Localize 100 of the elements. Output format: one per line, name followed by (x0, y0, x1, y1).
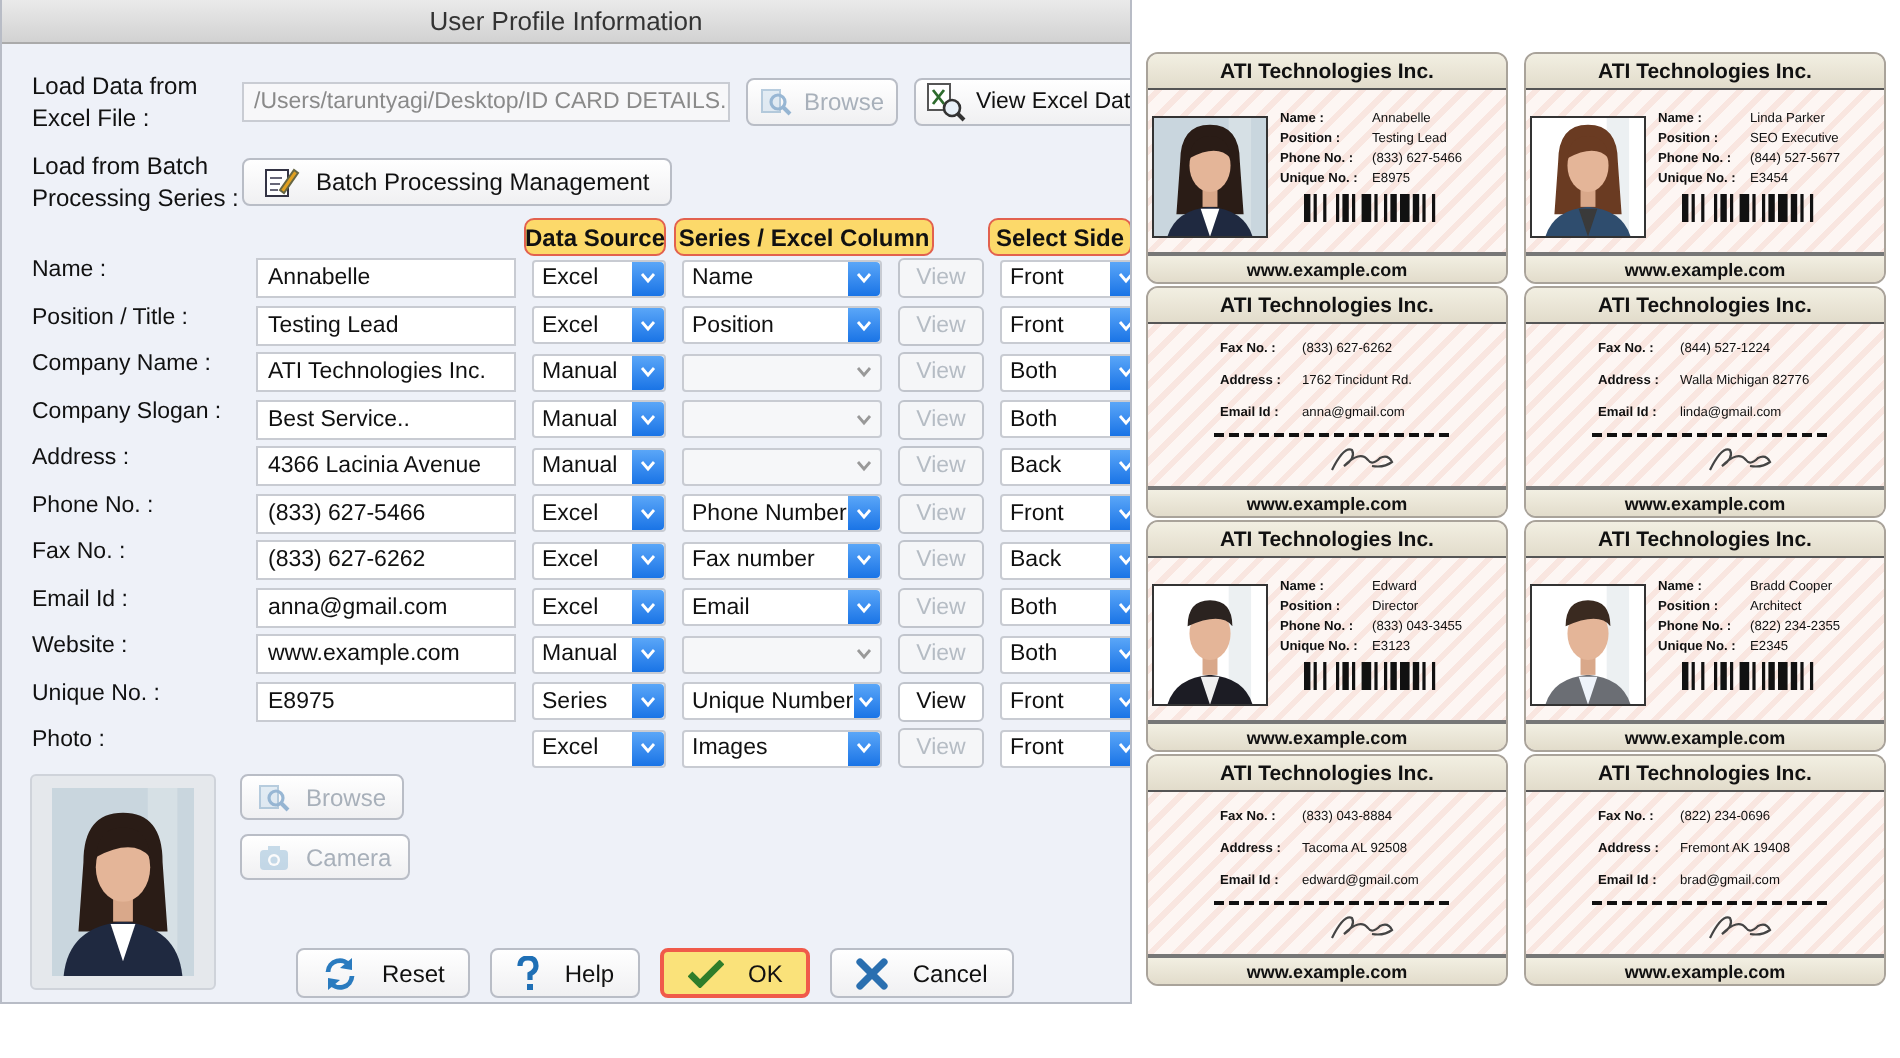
chevron-down-icon (856, 460, 872, 472)
text-field[interactable]: E8975 (256, 681, 516, 721)
dropdown[interactable]: Name (682, 259, 882, 297)
dropdown[interactable]: Both (1000, 353, 1130, 391)
website-text: www.example.com (1624, 727, 1786, 747)
website-text: www.example.com (1624, 961, 1786, 981)
dropdown[interactable]: Back (1000, 447, 1130, 485)
batch-processing-button[interactable]: Batch Processing Management (242, 158, 672, 206)
dropdown[interactable]: Front (1000, 494, 1130, 532)
field-label: Load from Batch Processing Series : (32, 150, 241, 214)
dropdown[interactable]: Images (682, 729, 882, 767)
dropdown[interactable]: Excel (532, 588, 666, 626)
signature (1327, 910, 1399, 942)
checkmark-icon (688, 959, 725, 987)
text-field[interactable]: Annabelle (256, 258, 516, 298)
chevron-down-icon (640, 554, 656, 566)
dropdown[interactable]: Excel (532, 494, 666, 532)
chevron-down-icon (1118, 507, 1130, 519)
text-field[interactable]: www.example.com (256, 634, 516, 674)
website-text: www.example.com (1246, 493, 1408, 513)
text-field[interactable]: (833) 627-6262 (256, 540, 516, 580)
dropdown[interactable]: Front (1000, 259, 1130, 297)
ok-button[interactable]: OK (660, 948, 811, 998)
chevron-down-icon (1118, 742, 1130, 754)
text-field[interactable]: Best Service.. (256, 399, 516, 439)
dropdown[interactable]: Front (1000, 729, 1130, 767)
website-text: www.example.com (1246, 259, 1408, 279)
chevron-down-icon (640, 648, 656, 660)
dropdown[interactable]: Manual (532, 400, 666, 438)
chevron-down-icon (856, 742, 872, 754)
refresh-icon (322, 955, 358, 991)
company-name: ATI Technologies Inc. (1220, 293, 1434, 317)
chevron-down-icon (856, 601, 872, 613)
dropdown[interactable]: Series (532, 682, 666, 720)
help-button[interactable]: Help (490, 948, 641, 998)
barcode (1682, 194, 1814, 222)
search-icon (760, 86, 792, 118)
website-text: www.example.com (1624, 259, 1786, 279)
dropdown[interactable]: Unique Number (682, 682, 882, 720)
dropdown[interactable]: Both (1000, 400, 1130, 438)
reset-button[interactable]: Reset (296, 948, 471, 998)
text-field[interactable]: ATI Technologies Inc. (256, 352, 516, 392)
chevron-down-icon (1118, 272, 1130, 284)
chevron-down-icon (1118, 460, 1130, 472)
dropdown[interactable]: Phone Number (682, 494, 882, 532)
chevron-down-icon (856, 272, 872, 284)
barcode (1304, 194, 1436, 222)
dropdown[interactable]: Manual (532, 635, 666, 673)
dropdown[interactable]: Front (1000, 306, 1130, 344)
column-header: Series / Excel Column (674, 218, 934, 256)
cancel-button[interactable]: Cancel (830, 948, 1014, 998)
chevron-down-icon (856, 319, 872, 331)
chevron-down-icon (640, 460, 656, 472)
spreadsheet-search-icon (926, 82, 967, 122)
dropdown[interactable]: Excel (532, 259, 666, 297)
cross-icon (856, 957, 889, 989)
dropdown[interactable]: Fax number (682, 541, 882, 579)
dropdown[interactable]: Manual (532, 353, 666, 391)
field-label: Company Slogan : (32, 399, 224, 423)
document-pencil-icon (264, 164, 300, 200)
chevron-down-icon (640, 742, 656, 754)
dropdown[interactable]: Back (1000, 541, 1130, 579)
company-name: ATI Technologies Inc. (1220, 761, 1434, 785)
field-label: Phone No. : (32, 493, 156, 517)
column-header: Data Source (524, 218, 666, 256)
barcode (1682, 662, 1814, 690)
dropdown[interactable]: Position (682, 306, 882, 344)
text-field[interactable]: Testing Lead (256, 305, 516, 345)
view-button[interactable]: View (898, 681, 984, 721)
window-title: User Profile Information (429, 6, 703, 36)
website-text: www.example.com (1246, 961, 1408, 981)
dropdown[interactable]: Manual (532, 447, 666, 485)
text-field[interactable]: anna@gmail.com (256, 587, 516, 627)
text-field[interactable]: 4366 Lacinia Avenue (256, 446, 516, 486)
dropdown[interactable]: Excel (532, 306, 666, 344)
dropdown[interactable]: Both (1000, 635, 1130, 673)
chevron-down-icon (640, 695, 656, 707)
chevron-down-icon (640, 319, 656, 331)
dropdown[interactable]: Email (682, 588, 882, 626)
field-label: Address : (32, 446, 132, 470)
chevron-down-icon (1118, 366, 1130, 378)
field-label: Name : (32, 258, 109, 282)
chevron-down-icon (856, 413, 872, 425)
dropdown[interactable]: Excel (532, 729, 666, 767)
dropdown[interactable]: Excel (532, 541, 666, 579)
dropdown[interactable]: Front (1000, 682, 1130, 720)
dropdown[interactable]: Both (1000, 588, 1130, 626)
field-label: Position / Title : (32, 305, 190, 329)
field-label: Company Name : (32, 352, 213, 376)
question-mark-icon (516, 955, 541, 991)
chevron-down-icon (1118, 695, 1130, 707)
company-name: ATI Technologies Inc. (1220, 59, 1434, 83)
chevron-down-icon (640, 272, 656, 284)
text-field[interactable]: (833) 627-5466 (256, 493, 516, 533)
company-name: ATI Technologies Inc. (1598, 527, 1812, 551)
chevron-down-icon (1118, 413, 1130, 425)
view-excel-button[interactable]: View Excel Dat (914, 78, 1130, 126)
signature (1705, 442, 1777, 474)
chevron-down-icon (856, 507, 872, 519)
field-label: Email Id : (32, 587, 130, 611)
